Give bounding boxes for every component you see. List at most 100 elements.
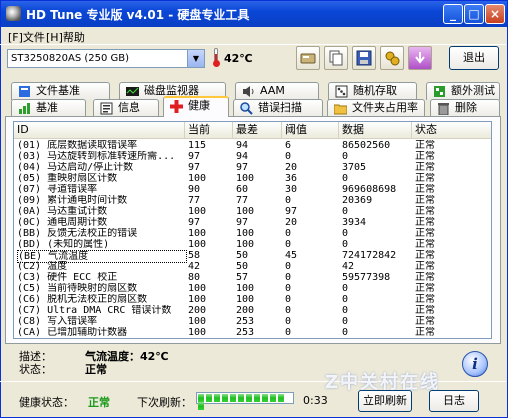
tab-health[interactable]: 健康: [163, 96, 229, 117]
cell-current: 100: [188, 283, 207, 294]
cell-threshold: 0: [285, 305, 292, 316]
health-cross-icon: [170, 100, 183, 113]
tab-extra-tests[interactable]: 额外测试: [426, 82, 500, 100]
download-button[interactable]: [408, 46, 432, 70]
menu-help[interactable]: [H]帮助: [46, 29, 85, 45]
table-row[interactable]: (CA) 已增加辅助计数器 100 253 0 0 正常: [14, 327, 491, 338]
progress-segment: [278, 394, 284, 402]
cell-current: 100: [188, 239, 207, 250]
info-button[interactable]: [296, 46, 320, 70]
cell-data: 3934: [342, 217, 367, 228]
help-info-icon[interactable]: i: [462, 351, 488, 377]
cell-current: 42: [188, 261, 201, 272]
cell-worst: 100: [236, 206, 255, 217]
cell-status: 正常: [415, 173, 435, 184]
cell-worst: 100: [236, 173, 255, 184]
tab-label: 文件夹占用率: [352, 101, 418, 114]
exit-button[interactable]: 退出: [449, 46, 499, 70]
table-row[interactable]: (BD) (未知的属性) 100 100 0 0 正常: [14, 239, 491, 250]
cell-data: 724172842: [342, 250, 397, 261]
tab-file-benchmark[interactable]: 文件基准: [11, 82, 110, 100]
cell-attribute: (C7) Ultra DMA CRC 错误计数: [17, 305, 172, 316]
table-row[interactable]: (09) 累计通电时间计数 77 77 0 20369 正常: [14, 195, 491, 206]
table-row[interactable]: (C3) 硬件 ECC 校正 80 57 0 59577398 正常: [14, 272, 491, 283]
cell-data: 86502560: [342, 140, 391, 151]
table-row[interactable]: (BE) 气流温度 58 50 45 724172842 正常: [14, 250, 491, 263]
cell-threshold: 0: [285, 151, 292, 162]
tab-label: 信息: [118, 101, 140, 114]
cell-worst: 100: [236, 294, 255, 305]
column-header-current[interactable]: 当前: [185, 122, 233, 138]
menu-bar: [F]文件 [H]帮助: [1, 27, 507, 45]
cell-data: 3705: [342, 162, 367, 173]
tab-benchmark[interactable]: 基准: [11, 99, 86, 117]
progress-segment: [246, 394, 252, 402]
maximize-button[interactable]: □: [464, 4, 484, 24]
cell-attribute: (BB) 反馈无法校正的错误: [17, 228, 138, 239]
copy-button[interactable]: [324, 46, 348, 70]
tab-info[interactable]: 信息: [93, 99, 159, 117]
cell-data: 0: [342, 283, 349, 294]
cell-attribute: (C5) 当前待映射的扇区数: [17, 283, 138, 294]
error-scan-icon: [240, 102, 253, 115]
drive-select[interactable]: ST3250820AS (250 GB) ▼: [7, 49, 205, 68]
cell-current: 100: [188, 228, 207, 239]
tab-aam[interactable]: AAM: [235, 82, 319, 100]
minimize-button[interactable]: _: [443, 4, 463, 24]
column-header-data[interactable]: 数据: [339, 122, 412, 138]
cell-attribute: (09) 累计通电时间计数: [17, 195, 128, 206]
tab-erase[interactable]: 删除: [430, 99, 500, 117]
cell-worst: 50: [236, 250, 249, 261]
column-header-threshold[interactable]: 阈值: [282, 122, 339, 138]
table-row[interactable]: (C6) 脱机无法校正的扇区数 100 100 0 0 正常: [14, 294, 491, 305]
cell-attribute: (C6) 脱机无法校正的扇区数: [17, 294, 148, 305]
cell-status: 正常: [415, 305, 435, 316]
column-header-id[interactable]: ID: [14, 122, 185, 138]
table-row[interactable]: (C8) 写入错误率 100 253 0 0 正常: [14, 316, 491, 327]
column-header-worst[interactable]: 最差: [233, 122, 282, 138]
cell-worst: 57: [236, 272, 249, 283]
tab-label: 健康: [188, 99, 210, 112]
refresh-progress-bar: [196, 392, 294, 410]
save-button[interactable]: [352, 46, 376, 70]
cell-worst: 94: [236, 151, 249, 162]
table-row[interactable]: (0C) 通电周期计数 97 97 20 3934 正常: [14, 217, 491, 228]
table-row[interactable]: (07) 寻道错误率 90 60 30 969608698 正常: [14, 184, 491, 195]
table-row[interactable]: (03) 马达旋转到标准转速所需... 97 94 0 0 正常: [14, 151, 491, 162]
smart-table[interactable]: ID 当前 最差 阈值 数据 状态 (01) 底层数据读取错误率 115 94 6 86…: [13, 121, 492, 339]
cell-data: 0: [342, 151, 349, 162]
tab-folder-usage[interactable]: 文件夹占用率: [327, 99, 425, 117]
tab-error-scan[interactable]: 错误扫描: [233, 99, 323, 117]
table-row[interactable]: (0A) 马达重试计数 100 100 97 0 正常: [14, 206, 491, 217]
cell-worst: 253: [236, 327, 255, 338]
menu-file[interactable]: [F]文件: [8, 29, 45, 45]
table-row[interactable]: (04) 马达启动/停止计数 97 97 20 3705 正常: [14, 162, 491, 173]
cell-status: 正常: [415, 327, 435, 338]
table-row[interactable]: (C5) 当前待映射的扇区数 100 100 0 0 正常: [14, 283, 491, 294]
column-header-status[interactable]: 状态: [412, 122, 491, 138]
options-button[interactable]: [380, 46, 404, 70]
close-button[interactable]: ×: [485, 4, 505, 24]
cell-current: 100: [188, 316, 207, 327]
benchmark-icon: [19, 103, 30, 114]
cell-attribute: (01) 底层数据读取错误率: [17, 140, 138, 151]
table-row[interactable]: (BB) 反馈无法校正的错误 100 100 0 0 正常: [14, 228, 491, 239]
options-icon: [385, 51, 400, 66]
title-bar[interactable]: HD Tune 专业版 v4.01 - 硬盘专业工具 _ □ ×: [1, 1, 507, 27]
table-row[interactable]: (01) 底层数据读取错误率 115 94 6 86502560 正常: [14, 140, 491, 151]
table-row[interactable]: (C7) Ultra DMA CRC 错误计数 200 200 0 0 正常: [14, 305, 491, 316]
tab-random-access[interactable]: 随机存取: [328, 82, 417, 100]
cell-current: 100: [188, 327, 207, 338]
cell-threshold: 0: [285, 327, 292, 338]
tab-label: AAM: [260, 84, 285, 97]
extra-tests-icon: [434, 86, 445, 97]
table-row[interactable]: (C2) 温度 42 50 0 42 正常: [14, 261, 491, 272]
cell-worst: 100: [236, 228, 255, 239]
cell-worst: 97: [236, 217, 249, 228]
table-row[interactable]: (05) 重映射扇区计数 100 100 36 0 正常: [14, 173, 491, 184]
cell-data: 969608698: [342, 184, 397, 195]
cell-worst: 60: [236, 184, 249, 195]
chevron-down-icon[interactable]: ▼: [187, 50, 204, 67]
cell-status: 正常: [415, 184, 435, 195]
window-title: HD Tune 专业版 v4.01 - 硬盘专业工具: [26, 8, 250, 22]
